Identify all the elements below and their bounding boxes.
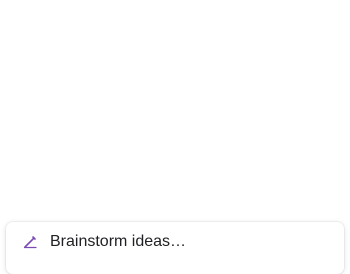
pen-icon: [22, 234, 38, 250]
blank-canvas: [0, 0, 350, 222]
suggestion-panel: Brainstorm ideas…: [6, 222, 344, 274]
suggestion-label: Brainstorm ideas…: [50, 233, 187, 250]
suggestion-item-brainstorm-ideas[interactable]: Brainstorm ideas…: [6, 222, 344, 262]
